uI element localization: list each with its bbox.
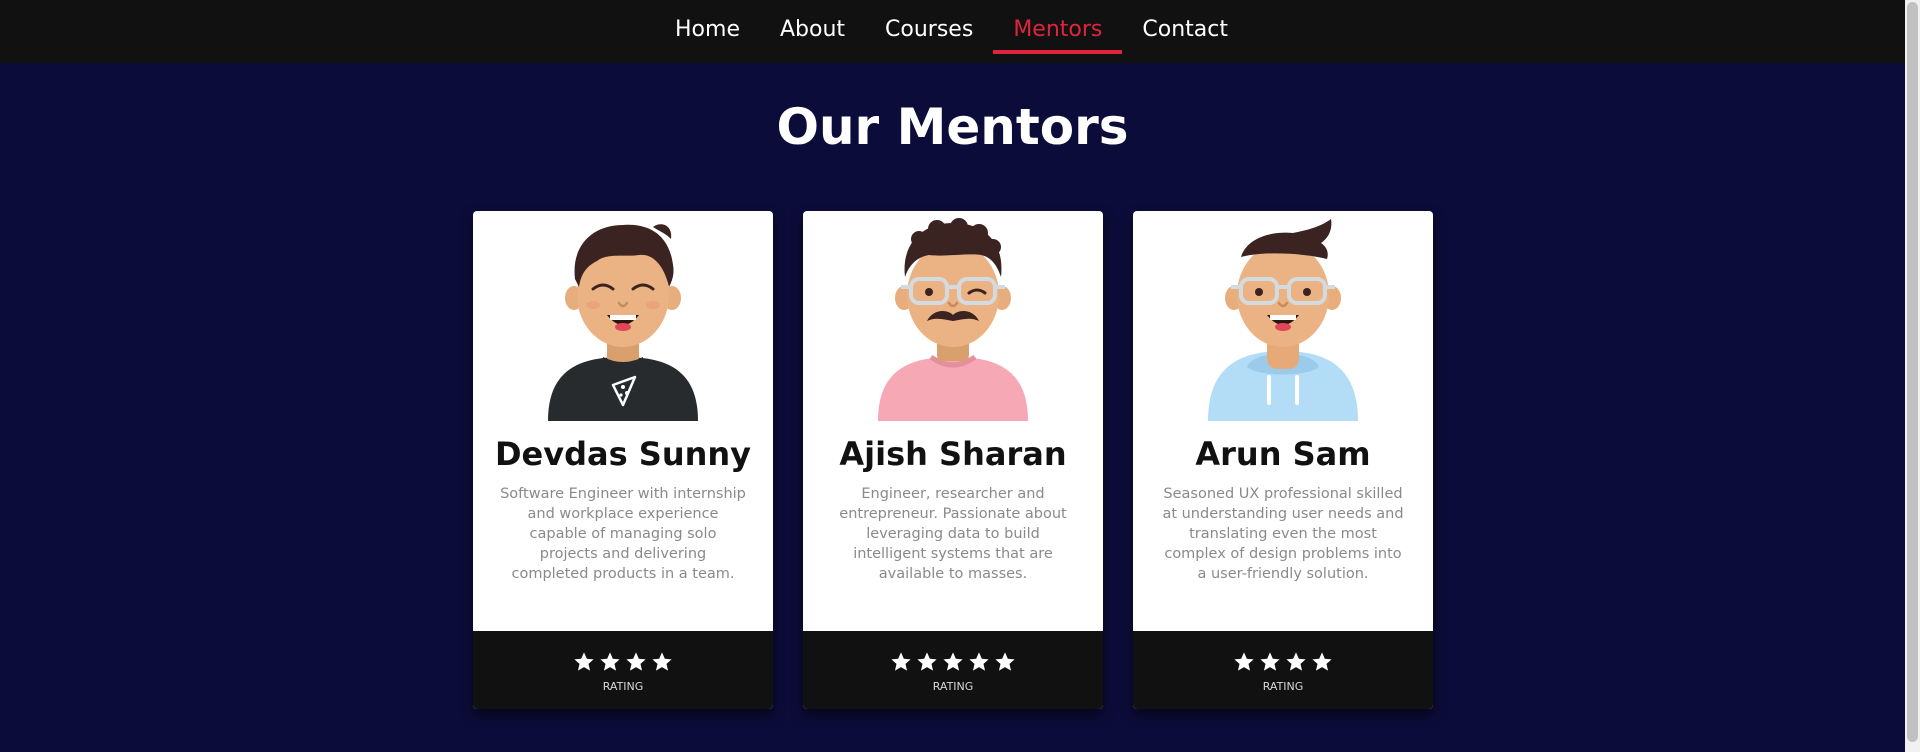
mentor-cards: Devdas Sunny Software Engineer with inte… (473, 211, 1433, 709)
nav-item-about[interactable]: About (760, 0, 865, 59)
mentor-name: Devdas Sunny (494, 435, 752, 473)
mentor-card: Arun Sam Seasoned UX professional skille… (1133, 211, 1433, 709)
rating-label: RATING (602, 680, 644, 693)
avatar-glasses-hoodie-icon (1208, 219, 1358, 421)
mentor-card-footer: RATING (473, 631, 773, 709)
page-scrollbar[interactable] (1905, 0, 1920, 752)
rating-stars (890, 651, 1016, 673)
mentor-card-body: Devdas Sunny Software Engineer with inte… (473, 211, 773, 631)
mentor-name: Arun Sam (1195, 435, 1371, 473)
mentor-description: Software Engineer with internship and wo… (500, 486, 746, 583)
star-icon (1312, 652, 1332, 671)
star-icon (1260, 652, 1280, 671)
rating-stars (1233, 651, 1333, 673)
star-icon (1286, 652, 1306, 671)
star-icon (574, 652, 594, 671)
nav-item-courses[interactable]: Courses (865, 0, 993, 59)
mentor-card-body: Ajish Sharan Engineer, researcher and en… (803, 211, 1103, 631)
avatar-glasses-mustache-icon (878, 218, 1028, 421)
rating-label: RATING (1262, 680, 1304, 693)
avatar-laughing-pizza-shirt-icon (548, 224, 698, 421)
top-navbar: Home About Courses Mentors Contact (0, 0, 1905, 63)
rating-stars (573, 651, 673, 673)
star-icon (600, 652, 620, 671)
star-icon (891, 652, 911, 671)
mentor-card-body: Arun Sam Seasoned UX professional skille… (1133, 211, 1433, 631)
mentor-card: Ajish Sharan Engineer, researcher and en… (803, 211, 1103, 709)
star-icon (1234, 652, 1254, 671)
star-icon (995, 652, 1015, 671)
mentor-card-footer: RATING (1133, 631, 1433, 709)
mentor-card-footer: RATING (803, 631, 1103, 709)
star-icon (652, 652, 672, 671)
mentor-description: Engineer, researcher and entrepreneur. P… (839, 486, 1067, 583)
mentor-card: Devdas Sunny Software Engineer with inte… (473, 211, 773, 709)
nav-item-mentors[interactable]: Mentors (993, 0, 1123, 59)
star-icon (626, 652, 646, 671)
nav-item-home[interactable]: Home (655, 0, 760, 59)
nav-item-contact[interactable]: Contact (1122, 0, 1248, 59)
star-icon (917, 652, 937, 671)
mentor-name: Ajish Sharan (839, 435, 1067, 473)
mentor-description: Seasoned UX professional skilled at unde… (1162, 486, 1404, 583)
star-icon (943, 652, 963, 671)
scrollbar-thumb[interactable] (1907, 2, 1918, 742)
star-icon (969, 652, 989, 671)
nav-menu: Home About Courses Mentors Contact (655, 0, 1248, 63)
rating-label: RATING (932, 680, 974, 693)
page-title: Our Mentors (776, 98, 1129, 156)
